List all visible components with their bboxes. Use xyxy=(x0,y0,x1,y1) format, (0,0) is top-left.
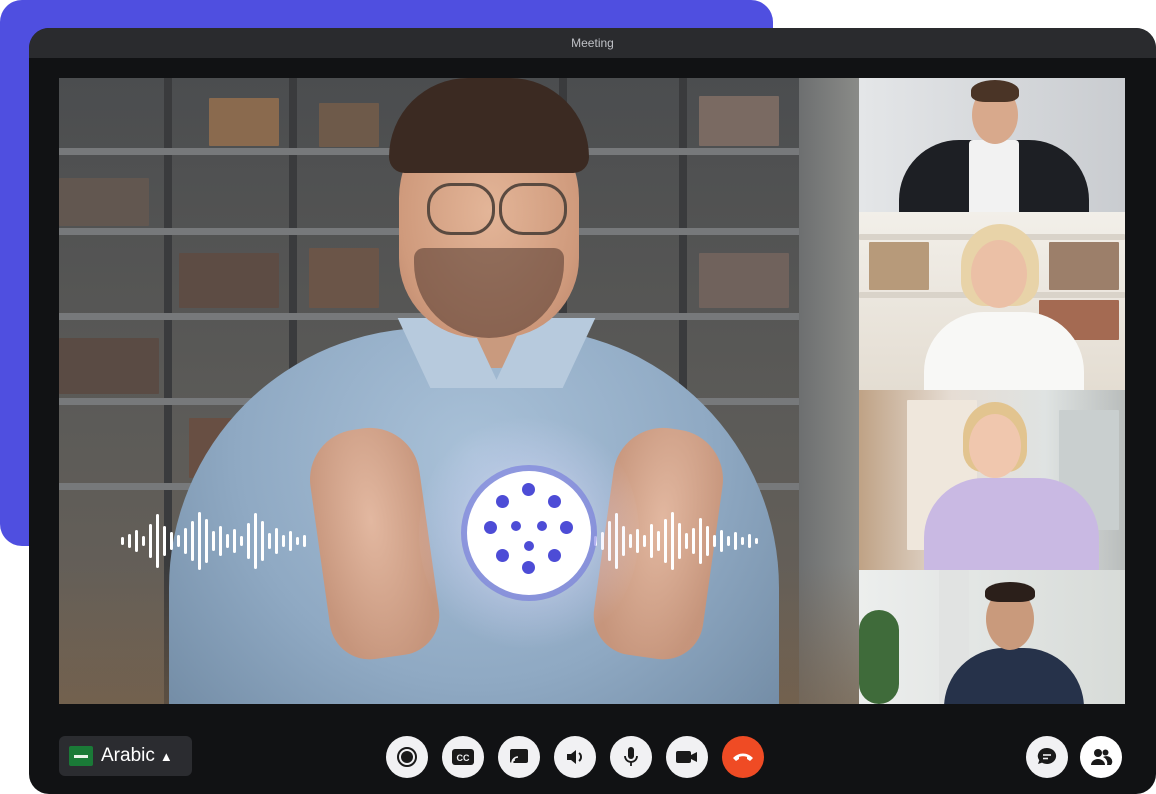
record-button[interactable] xyxy=(386,736,428,778)
books xyxy=(209,98,279,146)
books xyxy=(699,96,779,146)
audio-waveform-left xyxy=(121,506,306,576)
language-label: Arabic xyxy=(101,745,155,766)
window-title: Meeting xyxy=(571,36,614,50)
glasses-lens xyxy=(499,183,567,235)
books xyxy=(319,103,379,147)
phone-hangup-icon xyxy=(733,753,753,761)
svg-text:CC: CC xyxy=(457,753,470,763)
participant-tile[interactable] xyxy=(859,390,1125,570)
participant-tile[interactable] xyxy=(859,78,1125,212)
speaker-icon xyxy=(567,750,582,764)
language-selector[interactable]: Arabic ▲ xyxy=(59,736,192,776)
chevron-up-icon: ▲ xyxy=(159,748,173,764)
end-call-button[interactable] xyxy=(722,736,764,778)
speaker-button[interactable] xyxy=(554,736,596,778)
main-speaker-video[interactable] xyxy=(59,78,859,704)
cast-icon xyxy=(510,749,528,764)
title-bar: Meeting xyxy=(29,28,1156,58)
record-icon xyxy=(397,747,417,767)
participant-tile[interactable] xyxy=(859,570,1125,704)
cast-button[interactable] xyxy=(498,736,540,778)
books xyxy=(59,178,149,226)
books xyxy=(309,248,379,308)
books xyxy=(179,253,279,308)
participant-tile[interactable] xyxy=(859,212,1125,390)
people-icon xyxy=(1091,749,1113,765)
cc-icon: CC xyxy=(452,749,474,765)
camera-button[interactable] xyxy=(666,736,708,778)
voice-assistant-orb xyxy=(419,408,639,658)
microphone-icon xyxy=(624,747,638,766)
captions-button[interactable]: CC xyxy=(442,736,484,778)
books xyxy=(59,338,159,394)
control-bar: Arabic ▲ CC xyxy=(29,722,1156,794)
meeting-window: Meeting Arabic ▲ CC xyxy=(29,28,1156,794)
chat-button[interactable] xyxy=(1026,736,1068,778)
glasses-lens xyxy=(427,183,495,235)
microphone-button[interactable] xyxy=(610,736,652,778)
video-camera-icon xyxy=(676,751,697,763)
participants-button[interactable] xyxy=(1080,736,1122,778)
books xyxy=(699,253,789,308)
saudi-flag-icon xyxy=(69,746,93,766)
chat-bubble-icon xyxy=(1037,747,1057,764)
voice-logo-icon xyxy=(467,471,591,595)
